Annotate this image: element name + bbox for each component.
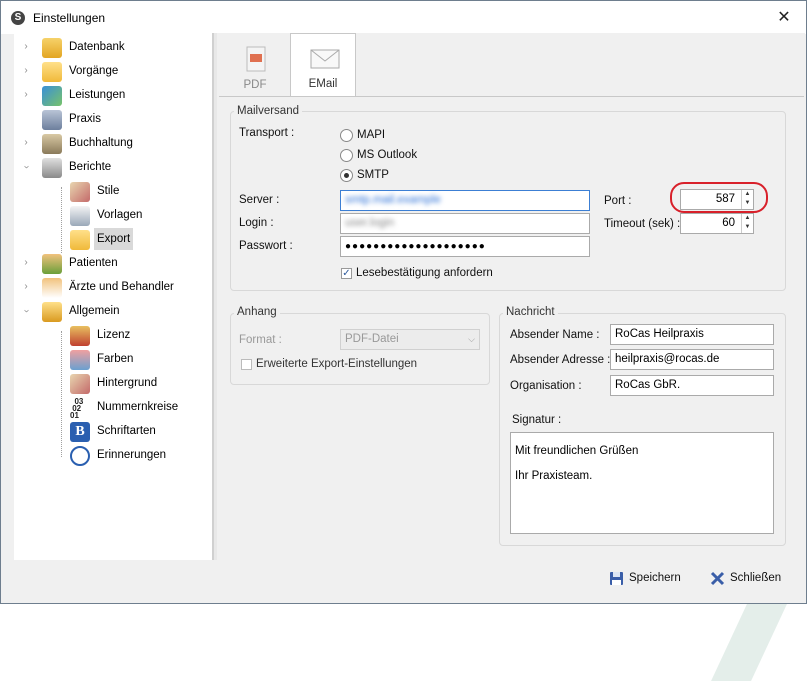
read-receipt-label: Lesebestätigung anfordern [356,267,493,279]
tree-item-allgemein[interactable]: › Allgemein [20,300,210,322]
extended-export-checkbox[interactable] [241,359,252,370]
floppy-disk-icon [610,572,623,585]
organisation-input[interactable]: RoCas GbR. [610,375,774,396]
background-icon [70,374,90,394]
tree-item-patienten[interactable]: › Patienten [20,252,210,274]
collapse-chevron-icon[interactable]: › [15,305,37,317]
folder-icon [42,62,62,82]
building-icon [42,110,62,130]
sender-address-input[interactable]: heilpraxis@rocas.de [610,349,774,370]
tree-item-buchhaltung[interactable]: › Buchhaltung [20,132,210,154]
tree-item-nummernkreise[interactable]: 03 02 01 Nummernkreise [62,396,210,420]
format-label: Format : [239,334,282,346]
password-input[interactable]: ●●●●●●●●●●●●●●●●●●●● [340,236,590,257]
organisation-label: Organisation : [510,380,582,392]
services-icon [42,86,62,106]
window-title: Einstellungen [33,11,106,25]
email-settings-panel: Mailversand Transport : MAPI MS Outlook … [219,96,804,558]
radio-mapi[interactable] [340,129,353,142]
login-input[interactable]: user.login [340,213,590,234]
template-search-icon [70,206,90,226]
radio-smtp-label: SMTP [357,169,389,181]
timeout-label: Timeout (sek) : [604,218,681,230]
chevron-down-icon: ⌵ [468,334,475,344]
format-select[interactable]: PDF-Datei ⌵ [340,329,480,350]
settings-window: S Einstellungen ✕ › Datenbank › Vorgänge… [0,0,807,681]
expand-chevron-icon[interactable]: › [20,252,32,274]
transport-label: Transport : [239,127,295,139]
doctor-icon [42,278,62,298]
server-input[interactable]: smtp.mail.example [340,190,590,211]
general-icon [42,302,62,322]
mailversand-label: Mailversand [234,105,302,117]
expand-chevron-icon[interactable]: › [20,60,32,82]
numbers-icon: 03 02 01 [70,398,90,420]
expand-chevron-icon[interactable]: › [20,36,32,58]
patients-icon [42,254,62,274]
pdf-icon [246,46,266,72]
sender-name-input[interactable]: RoCas Heilpraxis [610,324,774,345]
radio-smtp[interactable] [340,169,353,182]
tree-item-export[interactable]: Export [62,228,210,250]
tab-email[interactable]: EMail [290,33,356,97]
tree-item-leistungen[interactable]: › Leistungen [20,84,210,106]
folder-export-icon [70,230,90,250]
server-label: Server : [239,194,280,206]
settings-tree[interactable]: › Datenbank › Vorgänge › Leistungen Prax… [14,33,213,560]
extended-export-label: Erweiterte Export-Einstellungen [256,358,418,370]
tab-pdf[interactable]: PDF [222,35,288,95]
port-label: Port : [604,195,632,207]
app-icon: S [11,11,25,25]
signature-label: Signatur : [512,414,562,426]
tree-item-vorlagen[interactable]: Vorlagen [62,204,210,226]
close-x-icon [710,571,725,586]
tree-item-erinnerungen[interactable]: Erinnerungen [62,444,210,466]
read-receipt-checkbox[interactable]: ✓ [341,268,352,279]
expand-chevron-icon[interactable]: › [20,84,32,106]
sender-name-label: Absender Name : [510,329,600,341]
database-search-icon [42,38,62,58]
radio-outlook-label: MS Outlook [357,149,418,161]
brush-icon [70,182,90,202]
tree-item-vorgaenge[interactable]: › Vorgänge [20,60,210,82]
expand-chevron-icon[interactable]: › [20,276,32,298]
font-icon: B [70,422,90,442]
sender-address-label: Absender Adresse : [510,354,611,366]
nachricht-label: Nachricht [503,306,558,318]
tree-item-datenbank[interactable]: › Datenbank [20,36,210,58]
clock-icon [70,446,90,466]
spin-down-icon: ▼ [744,224,751,230]
printer-icon [42,158,62,178]
signature-textarea[interactable]: Mit freundlichen Grüßen Ihr Praxisteam. [510,432,774,534]
timeout-spinner[interactable]: ▲ ▼ [741,214,753,233]
close-window-button[interactable]: ✕ [773,7,795,29]
tree-item-berichte[interactable]: › Berichte [20,156,210,178]
tree-item-stile[interactable]: Stile [62,180,210,202]
tree-item-hintergrund[interactable]: Hintergrund [62,372,210,394]
colors-icon [70,350,90,370]
envelope-icon [310,49,340,69]
timeout-input[interactable]: 60 ▲ ▼ [680,213,754,234]
tree-item-schriftarten[interactable]: B Schriftarten [62,420,210,442]
radio-mapi-label: MAPI [357,129,386,141]
license-icon [70,326,90,346]
collapse-chevron-icon[interactable]: › [15,161,37,173]
expand-chevron-icon[interactable]: › [20,132,32,154]
accounting-icon [42,134,62,154]
title-bar: S Einstellungen ✕ [1,1,806,34]
tree-item-farben[interactable]: Farben [62,348,210,370]
login-label: Login : [239,217,274,229]
port-highlight-annotation [670,182,768,213]
password-label: Passwort : [239,240,293,252]
tree-item-aerzte[interactable]: › Ärzte und Behandler [20,276,210,298]
anhang-label: Anhang [234,306,280,318]
spin-up-icon: ▲ [744,215,751,221]
tree-item-lizenz[interactable]: Lizenz [62,324,210,346]
radio-outlook[interactable] [340,149,353,162]
tree-item-praxis[interactable]: Praxis [20,108,210,130]
